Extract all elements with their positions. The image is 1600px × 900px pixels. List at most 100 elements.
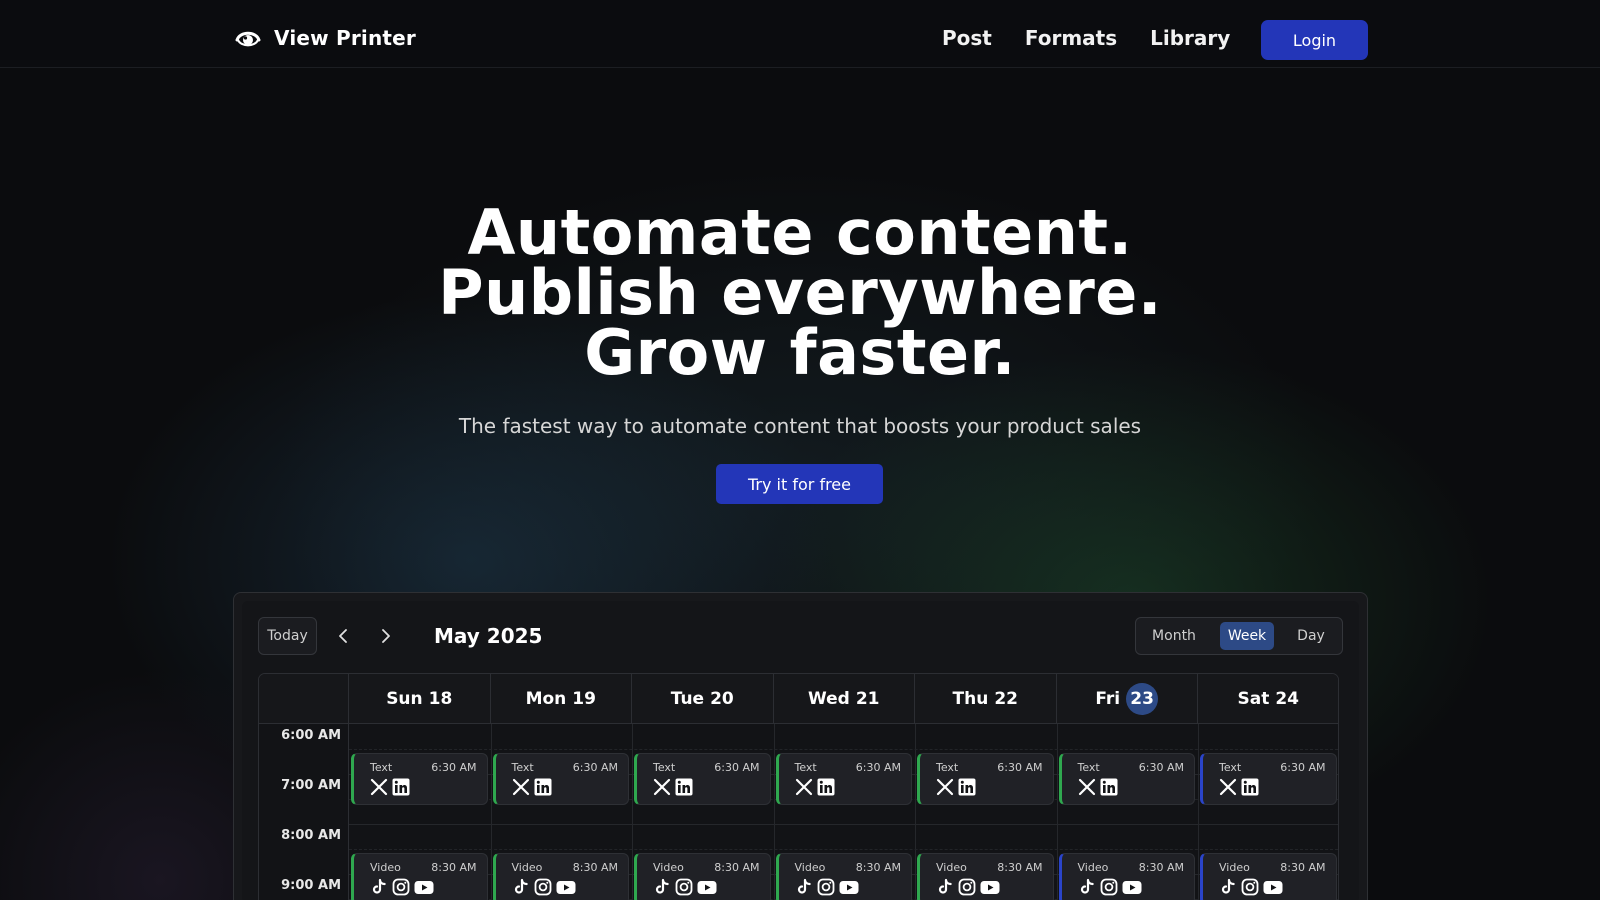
view-month-tab[interactable]: Month [1144, 622, 1204, 650]
scheduled-post-text[interactable]: Text 6:30 AM [917, 753, 1054, 805]
post-type-label: Video [794, 861, 826, 874]
platform-icons [512, 878, 576, 900]
x-icon [1078, 778, 1096, 800]
scheduled-post-video[interactable]: Video 8:30 AM [1200, 853, 1337, 900]
nav-link-post[interactable]: Post [942, 26, 992, 50]
hero-title-line-3: Grow faster. [584, 316, 1016, 389]
x-icon [1219, 778, 1237, 800]
instagram-icon [675, 878, 693, 900]
calendar-preview: Today May 2025 Month Week Day Sun 18 Mon 19… [233, 592, 1368, 900]
post-type-label: Text [936, 761, 959, 774]
calendar-toolbar: Today May 2025 Month Week Day [258, 617, 1343, 657]
scheduled-post-text[interactable]: Text 6:30 AM [1200, 753, 1337, 805]
youtube-icon [1122, 878, 1142, 900]
platform-icons [653, 878, 717, 900]
post-type-label: Video [511, 861, 543, 874]
chevron-left-icon[interactable] [333, 626, 353, 646]
day-header-thu[interactable]: Thu 22 [915, 674, 1057, 724]
scheduled-post-text[interactable]: Text 6:30 AM [351, 753, 488, 805]
platform-icons [1078, 878, 1142, 900]
day-name: Mon [525, 688, 567, 709]
day-name: Thu [952, 688, 989, 709]
day-header-sun[interactable]: Sun 18 [349, 674, 491, 724]
linkedin-icon [1241, 778, 1259, 800]
post-time-label: 8:30 AM [855, 861, 901, 874]
scheduled-post-text[interactable]: Text 6:30 AM [775, 753, 912, 805]
post-type-label: Text [794, 761, 817, 774]
platform-icons [795, 878, 859, 900]
nav-link-formats[interactable]: Formats [1025, 26, 1117, 50]
scheduled-post-video[interactable]: Video 8:30 AM [634, 853, 771, 900]
nav-link-library[interactable]: Library [1150, 26, 1230, 50]
post-time-label: 8:30 AM [1280, 861, 1326, 874]
post-type-label: Text [370, 761, 393, 774]
post-time-label: 6:30 AM [1138, 761, 1184, 774]
time-label: 7:00 AM [281, 778, 341, 793]
linkedin-icon [392, 778, 410, 800]
half-hour-line [349, 749, 1338, 750]
month-title: May 2025 [434, 624, 543, 648]
post-time-label: 6:30 AM [431, 761, 477, 774]
post-time-label: 6:30 AM [855, 761, 901, 774]
post-time-label: 8:30 AM [572, 861, 618, 874]
platform-icons [370, 878, 434, 900]
post-type-label: Video [1219, 861, 1250, 874]
post-time-label: 6:30 AM [997, 761, 1043, 774]
scheduled-post-video[interactable]: Video 8:30 AM [351, 853, 488, 900]
day-header-mon[interactable]: Mon 19 [490, 674, 632, 724]
view-week-tab[interactable]: Week [1220, 622, 1274, 650]
day-number: 24 [1275, 688, 1299, 709]
day-header-sat[interactable]: Sat 24 [1198, 674, 1338, 724]
linkedin-icon [817, 778, 835, 800]
scheduled-post-text[interactable]: Text 6:30 AM [492, 753, 629, 805]
hero-title: Automate content. Publish everywhere. Gr… [0, 202, 1600, 389]
scheduled-post-text[interactable]: Text 6:30 AM [1058, 753, 1195, 805]
day-name: Wed [807, 688, 850, 709]
tiktok-icon [370, 878, 388, 900]
current-day-number: 23 [1126, 682, 1159, 715]
post-time-label: 8:30 AM [714, 861, 760, 874]
instagram-icon [817, 878, 835, 900]
platform-icons [1078, 778, 1118, 800]
youtube-icon [1263, 878, 1283, 900]
youtube-icon [980, 878, 1000, 900]
platform-icons [653, 778, 693, 800]
time-label: 9:00 AM [281, 878, 341, 893]
week-grid: Sun 18 Mon 19 Tue 20 Wed 21 Thu 22 Fri 23 Sat 24 6:00 … [258, 673, 1339, 900]
instagram-icon [534, 878, 552, 900]
top-navbar: View Printer Post Formats Library Login [0, 0, 1600, 68]
day-header-fri[interactable]: Fri 23 [1056, 674, 1198, 724]
scheduled-post-text[interactable]: Text 6:30 AM [634, 753, 771, 805]
day-header-wed[interactable]: Wed 21 [773, 674, 915, 724]
login-button[interactable]: Login [1261, 20, 1368, 60]
brand[interactable]: View Printer [234, 26, 416, 50]
instagram-icon [1241, 878, 1259, 900]
today-button[interactable]: Today [258, 617, 317, 655]
post-time-label: 8:30 AM [431, 861, 477, 874]
view-day-tab[interactable]: Day [1286, 622, 1336, 650]
post-type-label: Video [936, 861, 967, 874]
x-icon [795, 778, 813, 800]
try-free-button[interactable]: Try it for free [716, 464, 883, 504]
x-icon [653, 778, 671, 800]
platform-icons [1219, 878, 1283, 900]
day-number: 20 [710, 688, 734, 709]
scheduled-post-video[interactable]: Video 8:30 AM [775, 853, 912, 900]
hour-line [349, 824, 1338, 825]
tiktok-icon [512, 878, 530, 900]
post-type-label: Video [653, 861, 684, 874]
scheduled-post-video[interactable]: Video 8:30 AM [917, 853, 1054, 900]
platform-icons [936, 878, 1000, 900]
scheduled-post-video[interactable]: Video 8:30 AM [492, 853, 629, 900]
day-name: Fri [1095, 688, 1121, 709]
linkedin-icon [534, 778, 552, 800]
tiktok-icon [1078, 878, 1096, 900]
brand-name: View Printer [274, 26, 416, 50]
scheduled-post-video[interactable]: Video 8:30 AM [1058, 853, 1195, 900]
post-type-label: Video [370, 861, 401, 874]
calendar-panel: Today May 2025 Month Week Day Sun 18 Mon 19… [242, 601, 1359, 900]
chevron-right-icon[interactable] [376, 626, 396, 646]
day-header-tue[interactable]: Tue 20 [632, 674, 774, 724]
day-number: 21 [855, 688, 880, 709]
youtube-icon [414, 878, 434, 900]
